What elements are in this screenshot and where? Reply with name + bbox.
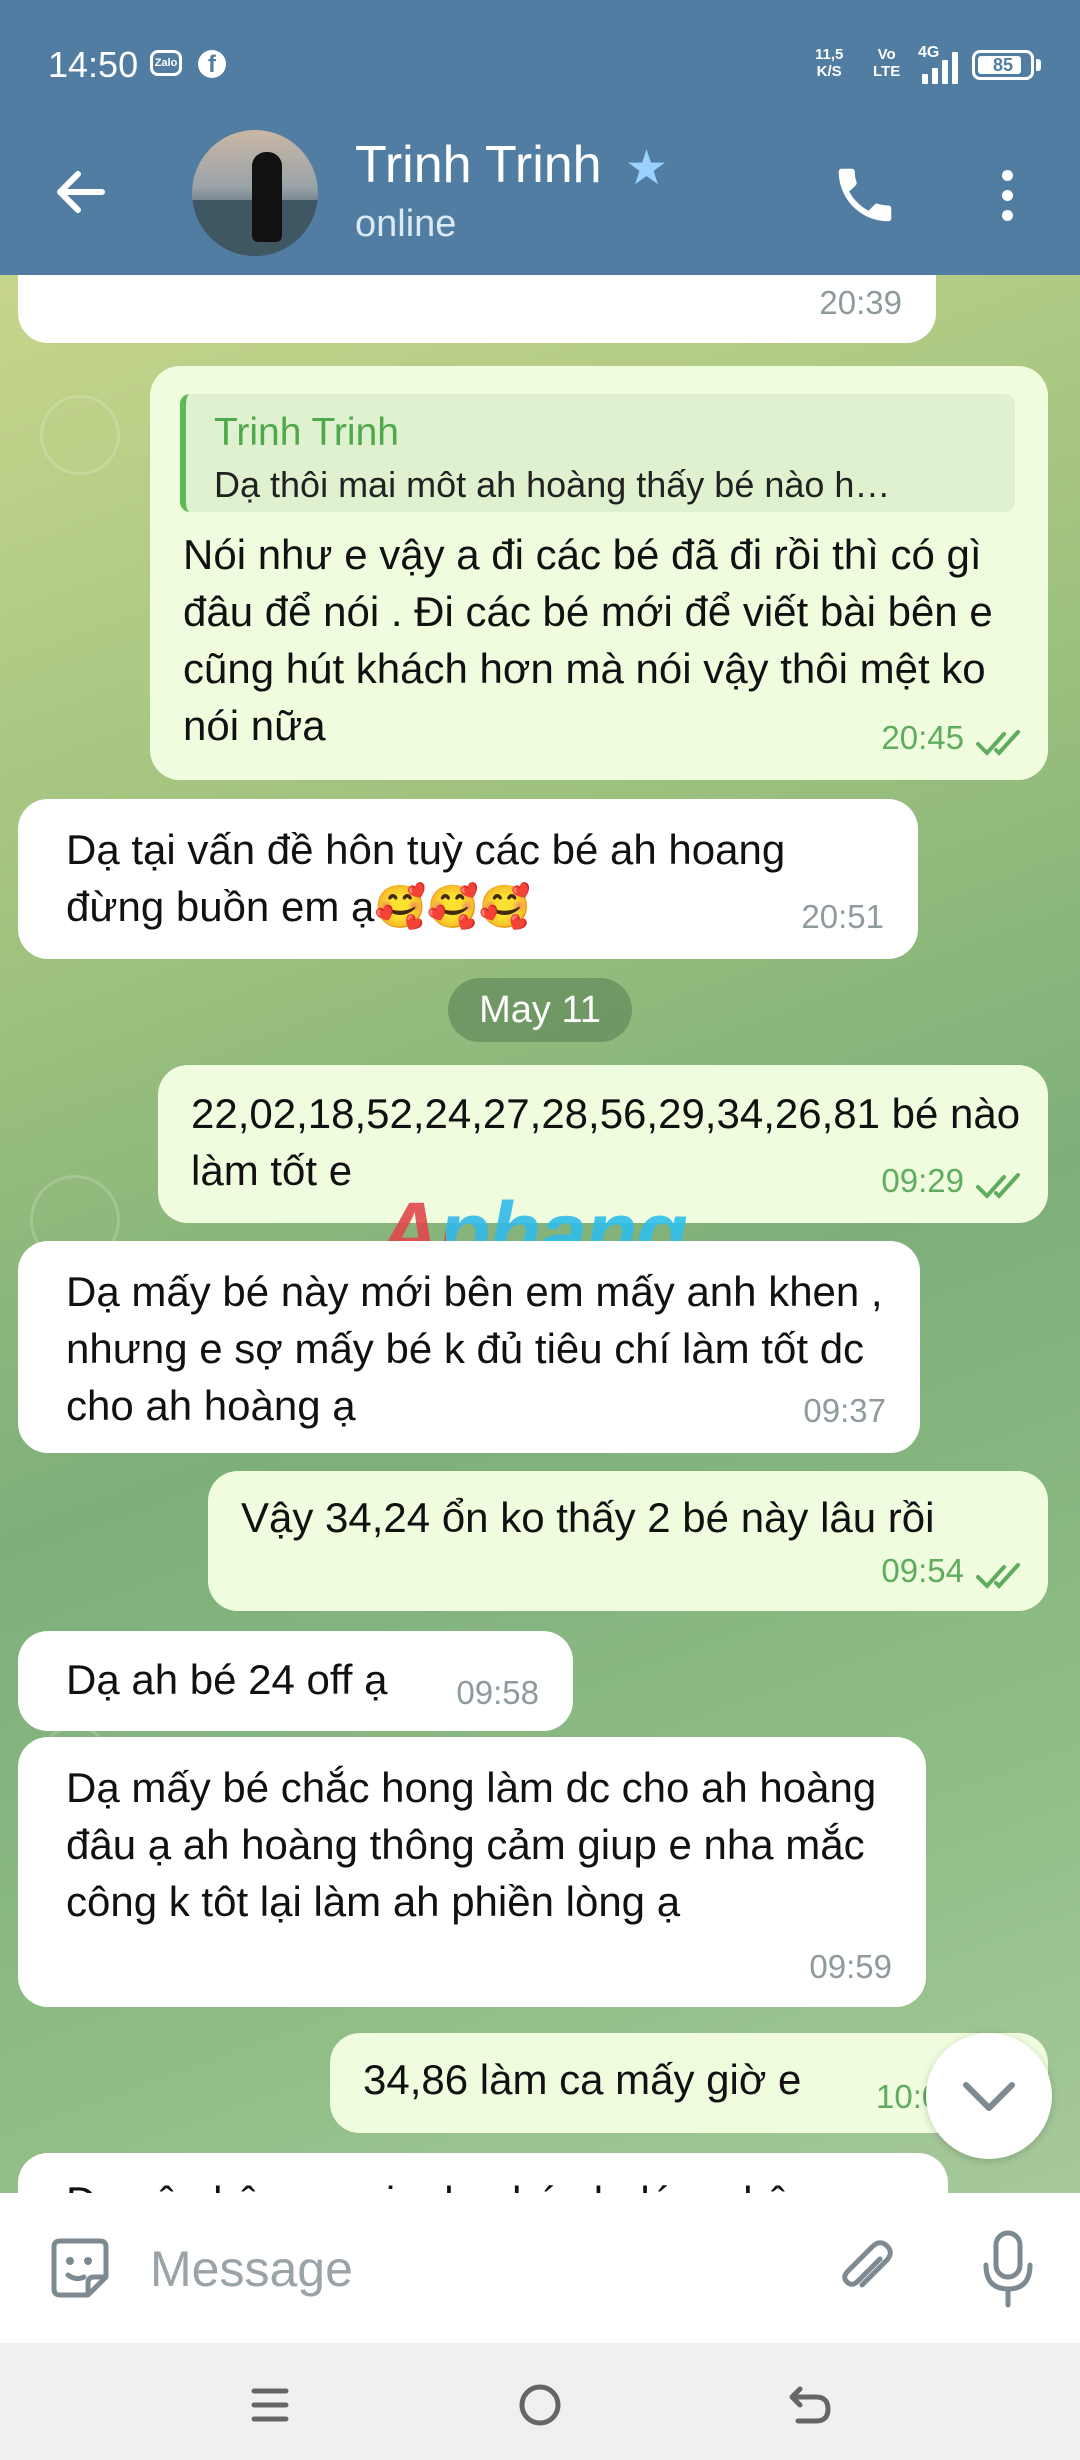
message-composer	[0, 2193, 1080, 2343]
message-bubble[interactable]: Dạ ah bé 24 off ạ 09:58	[18, 1631, 573, 1731]
message-text: Vậy 34,24 ổn ko thấy 2 bé này lâu rồi	[241, 1494, 935, 1541]
more-options-button[interactable]	[990, 160, 1026, 230]
system-nav-bar	[0, 2343, 1080, 2460]
volte-top: Vo	[877, 46, 896, 63]
message-text: Dạ nên bên em xin dạ phép k dám nhận	[66, 2173, 813, 2193]
voice-message-button[interactable]	[972, 2227, 1044, 2311]
volte-indicator: Vo LTE	[873, 46, 900, 80]
network-speed: 11,5 K/S	[815, 46, 843, 80]
menu-icon	[251, 2388, 289, 2422]
paperclip-icon	[842, 2240, 893, 2288]
contact-name[interactable]: Trinh Trinh	[355, 135, 602, 195]
reply-preview[interactable]: Trinh Trinh Dạ thôi mai môt ah hoàng thấ…	[180, 394, 1015, 512]
phone-icon	[838, 168, 892, 222]
signal-icon: 4G	[918, 44, 962, 84]
message-time: 20:51	[801, 898, 884, 935]
reply-author: Trinh Trinh	[214, 411, 399, 454]
message-bubble[interactable]: Vậy 34,24 ổn ko thấy 2 bé này lâu rồi 09…	[208, 1471, 1048, 1611]
message-time: 09:58	[456, 1674, 539, 1711]
message-bubble[interactable]: Dạ mấy bé chắc hong làm dc cho ah hoàng …	[18, 1737, 926, 2007]
emoji-button[interactable]	[44, 2233, 116, 2305]
message-bubble[interactable]: Dạ nên bên em xin dạ phép k dám nhận	[18, 2153, 948, 2193]
message-text: 34,86 làm ca mấy giờ e	[363, 2056, 802, 2103]
zalo-notification-icon: Zalo	[150, 50, 182, 76]
network-type: 4G	[918, 44, 940, 61]
back-button[interactable]	[52, 162, 112, 222]
reply-text: Dạ thôi mai môt ah hoàng thấy bé nào h…	[214, 464, 891, 505]
facebook-notification-icon: f	[198, 50, 226, 78]
home-circle-icon	[519, 2384, 561, 2426]
message-time: 20:45	[881, 719, 964, 756]
double-check-icon	[976, 1563, 1020, 1589]
message-bubble[interactable]: Dạ mấy bé này mới bên em mấy anh khen , …	[18, 1241, 920, 1453]
home-button[interactable]	[500, 2365, 580, 2445]
chevron-down-icon	[963, 2082, 1015, 2111]
message-text: Dạ ah bé 24 off ạ	[66, 1656, 388, 1703]
star-icon: ★	[625, 142, 669, 195]
message-input[interactable]	[150, 2233, 770, 2305]
date-separator: May 11	[448, 978, 632, 1042]
network-speed-unit: K/S	[816, 63, 842, 80]
contact-status: online	[355, 203, 457, 245]
back-arrow-icon	[57, 171, 105, 213]
back-icon	[789, 2386, 831, 2424]
message-text: Dạ tại vấn đề hôn tuỳ các bé ah hoang đừ…	[66, 826, 786, 930]
status-time: 14:50	[48, 44, 139, 85]
app-header: 14:50 Zalo f 11,5 K/S Vo LTE 4G 85 Trinh…	[0, 0, 1080, 275]
message-time: 09:29	[881, 1162, 964, 1199]
battery-icon: 85	[972, 50, 1034, 80]
volte-bottom: LTE	[873, 63, 901, 80]
scroll-to-bottom-button[interactable]	[926, 2033, 1052, 2159]
status-bar: 14:50 Zalo f 11,5 K/S Vo LTE 4G 85	[0, 0, 1080, 130]
message-time: 20:39	[819, 284, 902, 321]
sticker-icon	[51, 2238, 109, 2298]
chat-area[interactable]: 20:39 Trinh Trinh Dạ thôi mai môt ah hoà…	[0, 275, 1080, 2193]
message-bubble[interactable]: Dạ tại vấn đề hôn tuỳ các bé ah hoang đừ…	[18, 799, 918, 959]
message-time: 09:54	[881, 1552, 964, 1589]
message-bubble[interactable]: Trinh Trinh Dạ thôi mai môt ah hoàng thấ…	[150, 366, 1048, 780]
recents-button[interactable]	[230, 2365, 310, 2445]
battery-level: 85	[992, 55, 1014, 75]
double-check-icon	[976, 730, 1020, 756]
attach-button[interactable]	[830, 2233, 902, 2305]
back-nav-button[interactable]	[770, 2365, 850, 2445]
message-text: Dạ mấy bé chắc hong làm dc cho ah hoàng …	[66, 1764, 877, 1925]
message-time: 09:59	[809, 1948, 892, 1985]
microphone-icon	[983, 2230, 1033, 2308]
message-text: Dạ mấy bé này mới bên em mấy anh khen , …	[66, 1268, 883, 1429]
avatar[interactable]	[192, 130, 318, 256]
battery-tip	[1036, 59, 1041, 71]
message-bubble[interactable]: 20:39	[18, 275, 936, 343]
network-speed-value: 11,5	[815, 46, 844, 63]
call-button[interactable]	[830, 160, 900, 230]
message-time: 09:37	[803, 1392, 886, 1429]
double-check-icon	[976, 1173, 1020, 1199]
